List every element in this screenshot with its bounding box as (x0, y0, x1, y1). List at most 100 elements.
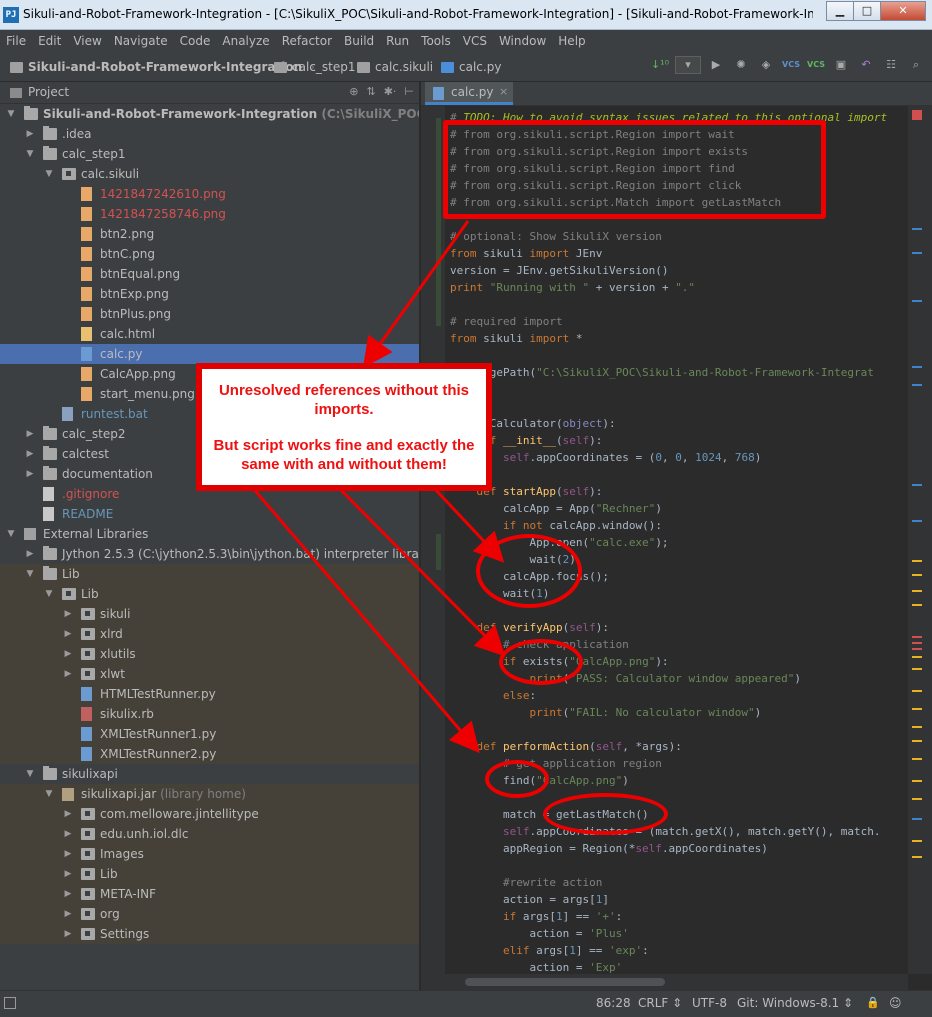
chevron-right-icon[interactable]: ▶ (63, 904, 73, 924)
menu-run[interactable]: Run (380, 34, 415, 48)
tree-item[interactable]: ▶ Lib (0, 864, 420, 884)
collapse-all-icon[interactable]: ⇅ (366, 85, 375, 98)
error-stripe-mark[interactable] (912, 708, 922, 710)
coverage-icon[interactable]: ◈ (756, 55, 776, 75)
line-separator[interactable]: CRLF ⇕ (638, 996, 682, 1010)
tree-item[interactable]: ▶ Images (0, 844, 420, 864)
tree-item[interactable]: ▶ xlwt (0, 664, 420, 684)
editor-horizontal-scrollbar[interactable] (445, 974, 908, 990)
tree-item[interactable]: btnPlus.png (0, 304, 420, 324)
tree-item[interactable]: ▶ sikuli (0, 604, 420, 624)
chevron-right-icon[interactable]: ▶ (63, 924, 73, 944)
vcs-branch[interactable]: Git: Windows-8.1 ⇕ (737, 996, 853, 1010)
menu-help[interactable]: Help (552, 34, 591, 48)
breadcrumb-step[interactable]: calc_step1 › (274, 60, 368, 74)
chevron-down-icon[interactable]: ▼ (44, 784, 54, 804)
menu-window[interactable]: Window (493, 34, 552, 48)
chevron-down-icon[interactable]: ▼ (25, 564, 35, 584)
tree-item[interactable]: ▼ External Libraries (0, 524, 420, 544)
caret-position[interactable]: 86:28 (596, 996, 631, 1010)
project-tree[interactable]: ▼ Sikuli-and-Robot-Framework-Integration … (0, 104, 420, 990)
tree-item[interactable]: XMLTestRunner2.py (0, 744, 420, 764)
tree-item[interactable]: ▶ Settings (0, 924, 420, 944)
breadcrumb-file[interactable]: calc.py (441, 60, 501, 74)
tree-item[interactable]: ▼ calc_step1 (0, 144, 420, 164)
menu-edit[interactable]: Edit (32, 34, 67, 48)
scrollbar-thumb[interactable] (465, 978, 665, 986)
tree-item[interactable]: calc.html (0, 324, 420, 344)
error-stripe-mark[interactable] (912, 520, 922, 522)
error-stripe-mark[interactable] (912, 818, 922, 820)
chevron-right-icon[interactable]: ▶ (63, 664, 73, 684)
close-window-button[interactable]: ✕ (880, 1, 926, 21)
project-structure-icon[interactable]: ☷ (881, 55, 901, 75)
error-stripe-mark[interactable] (912, 642, 922, 644)
tree-item[interactable]: ▶ Jython 2.5.3 (C:\jython2.5.3\bin\jython… (0, 544, 420, 564)
settings-icon[interactable]: ✱· (384, 85, 397, 98)
error-stripe-mark[interactable] (912, 780, 922, 782)
chevron-right-icon[interactable]: ▶ (63, 824, 73, 844)
tree-item[interactable]: ▶ xlrd (0, 624, 420, 644)
tree-item[interactable]: ▶ xlutils (0, 644, 420, 664)
run-configuration-select[interactable]: ▾ (675, 56, 701, 74)
chevron-right-icon[interactable]: ▶ (25, 424, 35, 444)
chevron-right-icon[interactable]: ▶ (63, 844, 73, 864)
chevron-right-icon[interactable]: ▶ (63, 644, 73, 664)
tree-item[interactable]: btnEqual.png (0, 264, 420, 284)
tree-item[interactable]: ▶ org (0, 904, 420, 924)
menu-analyze[interactable]: Analyze (216, 34, 275, 48)
run-config-icon[interactable]: ↓¹⁰ (650, 55, 670, 75)
chevron-down-icon[interactable]: ▼ (6, 524, 16, 544)
chevron-right-icon[interactable]: ▶ (25, 444, 35, 464)
tree-item[interactable]: ▶ edu.unh.iol.dlc (0, 824, 420, 844)
debug-icon[interactable]: ✺ (731, 55, 751, 75)
menu-refactor[interactable]: Refactor (276, 34, 338, 48)
inspector-icon[interactable]: ☺ (889, 996, 902, 1010)
error-stripe-mark[interactable] (912, 656, 922, 658)
chevron-down-icon[interactable]: ▼ (25, 764, 35, 784)
error-stripe-mark[interactable] (912, 636, 922, 638)
error-stripe-mark[interactable] (912, 758, 922, 760)
chevron-down-icon[interactable]: ▼ (6, 104, 16, 124)
tree-item[interactable]: btnExp.png (0, 284, 420, 304)
tree-item[interactable]: ▼ Lib (0, 584, 420, 604)
menu-navigate[interactable]: Navigate (108, 34, 174, 48)
chevron-right-icon[interactable]: ▶ (25, 124, 35, 144)
menu-code[interactable]: Code (174, 34, 217, 48)
error-stripe-mark[interactable] (912, 840, 922, 842)
project-panel-title[interactable]: Project (28, 85, 69, 99)
error-stripe-mark[interactable] (912, 604, 922, 606)
tree-item[interactable]: ▶ .idea (0, 124, 420, 144)
vcs-update-icon[interactable]: VCS (781, 55, 801, 75)
tree-item[interactable]: ▶ com.melloware.jintellitype (0, 804, 420, 824)
tree-item[interactable]: btnC.png (0, 244, 420, 264)
tree-item[interactable]: README (0, 504, 420, 524)
error-stripe-mark[interactable] (912, 228, 922, 230)
tree-item[interactable]: calc.py (0, 344, 420, 364)
lock-icon[interactable]: 🔒 (866, 996, 880, 1009)
search-icon[interactable]: ⌕ (906, 55, 926, 75)
vcs-history-icon[interactable]: ▣ (831, 55, 851, 75)
error-stripe-mark[interactable] (912, 484, 922, 486)
error-stripe-mark[interactable] (912, 384, 922, 386)
error-stripe-mark[interactable] (912, 590, 922, 592)
error-stripe-mark[interactable] (912, 574, 922, 576)
breadcrumb-project[interactable]: Sikuli-and-Robot-Framework-Integration › (10, 60, 315, 74)
chevron-right-icon[interactable]: ▶ (63, 864, 73, 884)
error-stripe-mark[interactable] (912, 726, 922, 728)
chevron-right-icon[interactable]: ▶ (25, 464, 35, 484)
chevron-right-icon[interactable]: ▶ (25, 544, 35, 564)
tab-calc-py[interactable]: calc.py × (425, 82, 513, 105)
tree-item[interactable]: ▼ calc.sikuli (0, 164, 420, 184)
chevron-right-icon[interactable]: ▶ (63, 624, 73, 644)
error-stripe-mark[interactable] (912, 648, 922, 650)
error-indicator-icon[interactable] (912, 110, 922, 120)
error-stripe-mark[interactable] (912, 798, 922, 800)
error-stripe-mark[interactable] (912, 300, 922, 302)
chevron-right-icon[interactable]: ▶ (63, 804, 73, 824)
error-stripe-mark[interactable] (912, 690, 922, 692)
tree-item[interactable]: ▼ sikulixapi (0, 764, 420, 784)
chevron-right-icon[interactable]: ▶ (63, 884, 73, 904)
close-tab-icon[interactable]: × (499, 85, 508, 98)
hide-panel-icon[interactable]: ⊢ (404, 85, 414, 98)
